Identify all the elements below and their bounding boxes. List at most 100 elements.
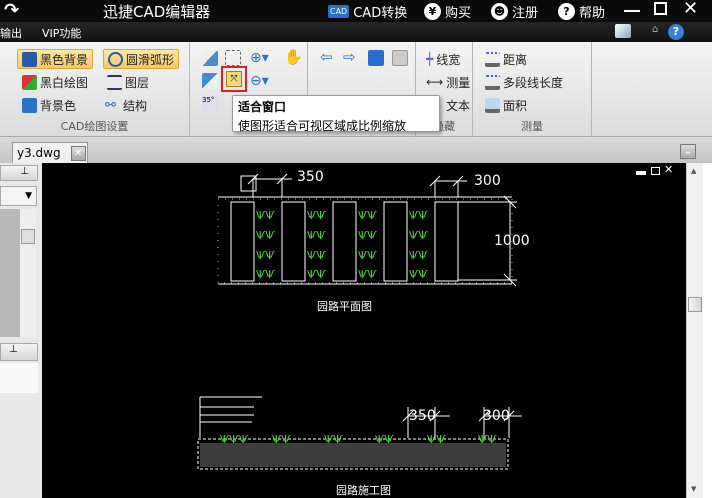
svg-text:ѰѰ: ѰѰ [256,249,275,262]
svg-text:ѰѰ: ѰѰ [307,249,326,262]
plan-dim-1000: 1000 [494,233,530,249]
scroll-down-icon[interactable]: ▼ [691,485,696,493]
rotate-icon[interactable]: 35° [202,96,218,112]
layers-button[interactable]: 图层 [107,72,149,92]
panel-scrollbar[interactable] [20,209,36,337]
measure-toggle-button[interactable]: ⟷ 测量 [426,72,470,92]
dimension-icon: ⟷ [426,75,444,89]
arrow-left-icon[interactable]: ⇦ [320,48,336,66]
tooltip-description: 使图形适合可视区域成比例缩放 [238,119,407,133]
collapse-ribbon-icon[interactable]: ⌂ [652,24,658,35]
svg-text:ѰѰ: ѰѰ [307,229,326,242]
panel-list [0,209,20,337]
bw-icon [22,74,37,90]
svg-text:ѰѰ: ѰѰ [324,433,343,446]
cad-convert-button[interactable]: CAD CAD转换 [328,2,407,21]
svg-text:ѰѰ: ѰѰ [427,433,446,446]
tooltip: 适合窗口 使图形适合可视区域成比例缩放 [232,95,440,133]
arrow-right-icon[interactable]: ⇨ [343,48,359,66]
menu-bar: 输出 VIP功能 ⌂ ? [0,22,712,42]
fit-window-button[interactable]: ⤧ [221,66,247,92]
fit-window-icon: ⤧ [226,71,242,87]
help-icon[interactable]: ? [668,24,684,40]
svg-text:ѰѰ: ѰѰ [256,229,275,242]
ruler-icon [485,74,500,90]
group-measure: 距离 多段线长度 面积 测量 [473,42,592,137]
scroll-thumb[interactable] [688,297,702,312]
zoom-in-icon[interactable]: ⊕▾ [250,50,269,66]
app-title: 迅捷CAD编辑器 [103,3,211,21]
menu-vip[interactable]: VIP功能 [42,25,81,41]
edit-icon[interactable] [615,24,631,38]
section-drawing [199,396,522,438]
scroll-thumb[interactable] [21,229,35,244]
svg-text:ѰѰ: ѰѰ [307,268,326,281]
bg-color-button[interactable]: 背景色 [22,95,76,115]
doc-close-icon[interactable]: ✕ [664,163,673,176]
close-tab-icon[interactable]: ✕ [70,145,86,161]
vertical-scrollbar[interactable]: ▲ ▼ [686,163,703,498]
label: 文本 [446,98,471,113]
label: 黑色背景 [40,52,89,67]
svg-text:ѰѰ: ѰѰ [409,249,428,262]
plan-dim-300: 300 [474,173,501,189]
scroll-up-icon[interactable]: ▲ [691,167,696,175]
layers-icon [107,74,122,90]
label: 多段线长度 [503,75,564,90]
minimize-button[interactable] [624,10,640,12]
section-dim-350: 350 [409,408,436,424]
tab-list-dropdown[interactable]: ⌄ [680,144,696,159]
structure-button[interactable]: ⚯ 结构 [105,95,147,115]
group-label: 测量 [521,120,543,133]
cad-convert-label: CAD转换 [353,6,408,21]
back-arrow-icon[interactable]: ↷ [4,0,19,21]
help-button[interactable]: ? 帮助 [558,2,605,21]
doc-minimize-icon[interactable] [636,171,646,175]
area-button[interactable]: 面积 [485,95,527,115]
smooth-arc-button[interactable]: 圆滑弧形 [103,49,180,69]
polyline-length-button[interactable]: 多段线长度 [485,72,563,92]
tab-y3-dwg[interactable]: y3.dwg ✕ [12,142,88,163]
distance-button[interactable]: 距离 [485,49,527,69]
svg-text:ѰѰ: ѰѰ [256,268,275,281]
title-bar: ↷ 迅捷CAD编辑器 CAD CAD转换 ¥ 购买 ☻ 注册 ? 帮助 ✕ [0,0,712,22]
panel-dropdown[interactable]: ▼ [0,186,37,206]
pin-icon[interactable]: ⊥ [0,165,38,181]
label: 线宽 [436,52,461,67]
svg-text:ѰѰ: ѰѰ [307,209,326,222]
menu-output[interactable]: 输出 [0,25,22,41]
pan-hand-icon[interactable]: ✋ [284,48,303,66]
zoom-previous-icon[interactable] [202,73,218,89]
drawing-canvas[interactable]: ѰѰ ѰѰ ѰѰ ѰѰ ѰѰ ѰѰ ѰѰ ѰѰ ѰѰ ѰѰ ѰѰ ѰѰ ѰѰ ѰѰ ѰѰ ѰѰ 350 … [42,163,686,498]
drawing: ѰѰѰѰѰѰѰѰ ѰѰѰѰѰѰѰѰ ѰѰѰѰѰѰѰѰ ѰѰѰѰѰѰѰѰ 350 … [197,169,530,497]
buy-label: 购买 [445,6,472,21]
label: 距离 [503,52,528,67]
svg-text:ѰѰ: ѰѰ [409,209,428,222]
buy-button[interactable]: ¥ 购买 [424,2,471,21]
register-button[interactable]: ☻ 注册 [491,2,538,21]
close-button[interactable]: ✕ [683,0,698,19]
tooltip-title: 适合窗口 [238,100,287,114]
zoom-out-icon[interactable]: ⊖▾ [250,73,269,89]
area-icon [485,97,500,113]
zoom-extents-icon[interactable] [202,50,218,66]
svg-text:ѰѰ: ѰѰ [256,209,275,222]
linewidth-button[interactable]: ┿ 线宽 [426,49,460,69]
svg-text:ѰѰ: ѰѰ [409,229,428,242]
doc-restore-icon[interactable] [651,167,660,175]
user-icon: ☻ [491,3,508,20]
label: 结构 [123,98,148,113]
black-background-button[interactable]: 黑色背景 [17,49,94,69]
maximize-button[interactable] [654,2,667,15]
section-title: 园路施工图 [336,484,391,497]
label: 图层 [125,75,150,90]
copy-view-icon[interactable] [392,50,408,66]
rotate-view-icon[interactable] [368,50,384,66]
text-toggle-button[interactable]: 文本 [446,95,470,115]
zoom-window-icon[interactable] [225,50,241,66]
yen-icon: ¥ [424,3,441,20]
label: 背景色 [40,98,77,113]
label: 黑白绘图 [40,75,89,90]
pin-icon[interactable]: ⊥ [0,343,38,361]
bw-draw-button[interactable]: 黑白绘图 [22,72,88,92]
